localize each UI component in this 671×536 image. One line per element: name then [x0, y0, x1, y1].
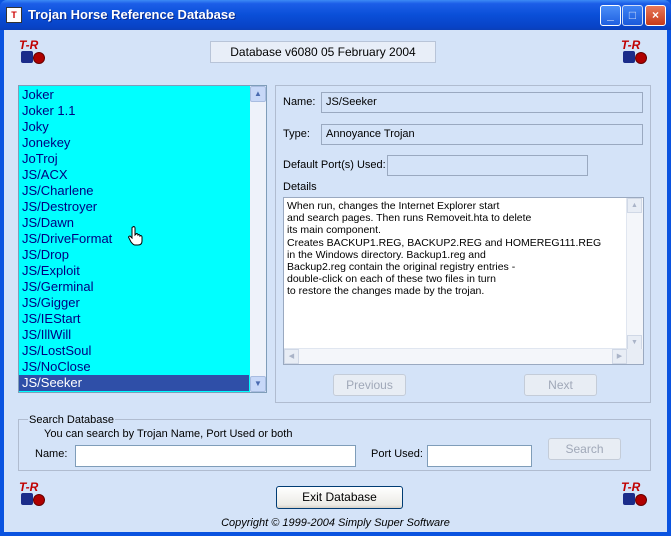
maximize-button[interactable]: □: [622, 5, 643, 26]
name-label: Name:: [283, 96, 316, 108]
list-item[interactable]: JS/Charlene: [19, 183, 249, 199]
scroll-down-arrow-icon[interactable]: ▼: [627, 335, 642, 350]
search-group-title: Search Database: [28, 414, 115, 426]
app-icon[interactable]: T: [6, 7, 22, 23]
scrollbar-corner: [627, 349, 643, 364]
list-item[interactable]: JS/Germinal: [19, 279, 249, 295]
window-title: Trojan Horse Reference Database: [28, 7, 236, 22]
details-vertical-scrollbar[interactable]: ▲ ▼: [626, 198, 643, 350]
port-used-input[interactable]: [427, 445, 532, 467]
list-item[interactable]: Joky: [19, 119, 249, 135]
scroll-up-arrow-icon[interactable]: ▲: [627, 198, 642, 213]
scroll-right-arrow-icon[interactable]: ▶: [612, 349, 627, 364]
details-textbox[interactable]: When run, changes the Internet Explorer …: [283, 197, 644, 365]
list-item[interactable]: JS/Gigger: [19, 295, 249, 311]
app-window: T Trojan Horse Reference Database _ □ × …: [0, 0, 671, 536]
minimize-button[interactable]: _: [600, 5, 621, 26]
list-item[interactable]: JS/LostSoul: [19, 343, 249, 359]
list-item[interactable]: JS/IEStart: [19, 311, 249, 327]
list-scrollbar[interactable]: ▲ ▼: [250, 86, 266, 392]
port-used-label: Port Used:: [371, 448, 423, 460]
list-item[interactable]: JS/ACX: [19, 167, 249, 183]
tr-logo-icon: T-R: [17, 480, 47, 510]
next-button[interactable]: Next: [524, 374, 597, 396]
details-label: Details: [283, 181, 317, 193]
list-item[interactable]: JS/IllWill: [19, 327, 249, 343]
search-hint: You can search by Trojan Name, Port Used…: [44, 428, 293, 440]
name-field: JS/Seeker: [321, 92, 643, 113]
tr-logo-icon: T-R: [619, 38, 649, 68]
close-button[interactable]: ×: [645, 5, 666, 26]
search-name-label: Name:: [35, 448, 68, 460]
details-horizontal-scrollbar[interactable]: ◀ ▶: [284, 348, 627, 364]
default-ports-label: Default Port(s) Used:: [283, 159, 386, 171]
list-item[interactable]: Jonekey: [19, 135, 249, 151]
list-item[interactable]: JS/NoClose: [19, 359, 249, 375]
search-name-input[interactable]: [75, 445, 356, 467]
hand-cursor-icon: [128, 226, 143, 246]
default-ports-field: [387, 155, 588, 176]
client-area: T-R T-R T-R T-R Database v6080 05 Februa…: [4, 30, 667, 532]
title-bar[interactable]: T Trojan Horse Reference Database _ □ ×: [0, 0, 671, 30]
copyright-text: Copyright © 1999-2004 Simply Super Softw…: [221, 517, 450, 529]
list-item[interactable]: Joker 1.1: [19, 103, 249, 119]
scroll-down-arrow-icon[interactable]: ▼: [250, 376, 266, 392]
scroll-left-arrow-icon[interactable]: ◀: [284, 349, 299, 364]
details-text: When run, changes the Internet Explorer …: [287, 200, 602, 298]
list-item[interactable]: JS/Seeker: [19, 375, 249, 391]
list-item[interactable]: Joker: [19, 87, 249, 103]
previous-button[interactable]: Previous: [333, 374, 406, 396]
search-button[interactable]: Search: [548, 438, 621, 460]
list-item[interactable]: JS/Destroyer: [19, 199, 249, 215]
scroll-up-arrow-icon[interactable]: ▲: [250, 86, 266, 102]
list-item[interactable]: JoTroj: [19, 151, 249, 167]
list-item[interactable]: JS/Exploit: [19, 263, 249, 279]
exit-database-button[interactable]: Exit Database: [276, 486, 403, 509]
type-field: Annoyance Trojan: [321, 124, 643, 145]
tr-logo-icon: T-R: [17, 38, 47, 68]
tr-logo-icon: T-R: [619, 480, 649, 510]
type-label: Type:: [283, 128, 310, 140]
list-item[interactable]: JS/Drop: [19, 247, 249, 263]
database-version-label: Database v6080 05 February 2004: [210, 41, 436, 63]
